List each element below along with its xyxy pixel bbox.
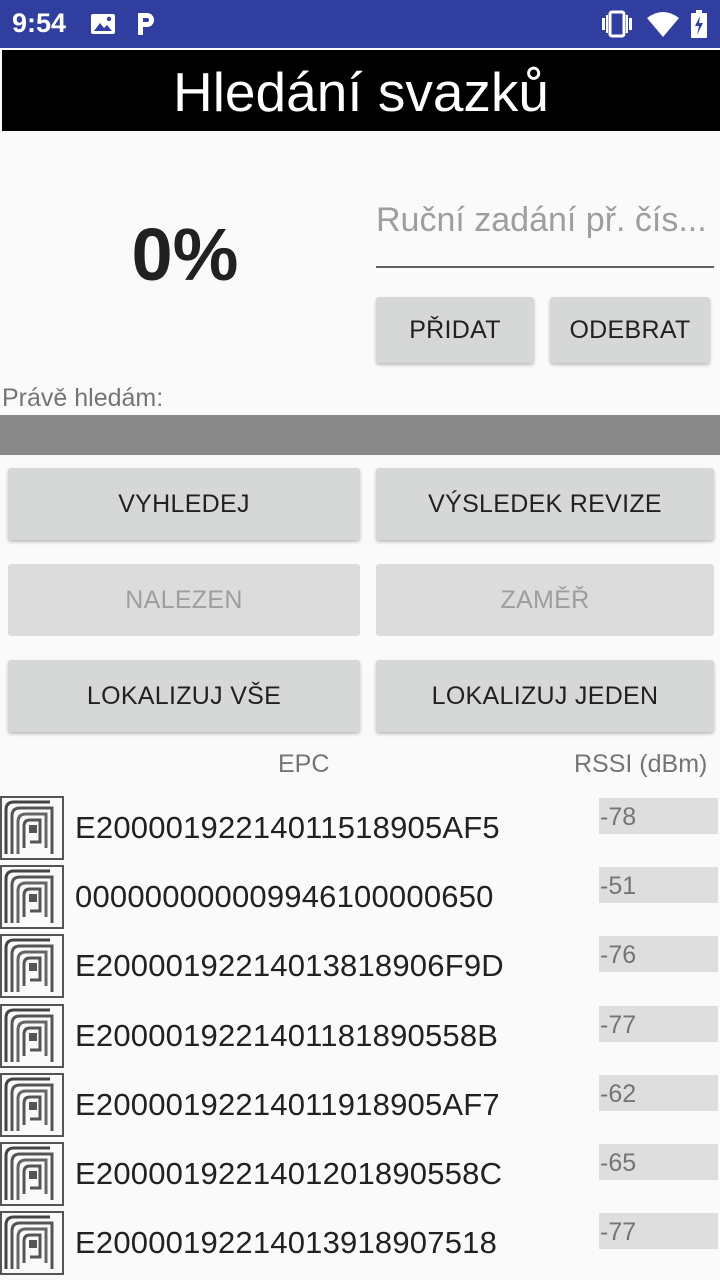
input-underline	[376, 266, 714, 268]
battery-charging-icon	[691, 10, 707, 38]
epc-value: E2000019221401201890558C	[75, 1156, 503, 1191]
current-search-label: Právě hledám:	[2, 384, 164, 412]
remove-button[interactable]: ODEBRAT	[550, 297, 710, 363]
rssi-value: -77	[599, 1213, 718, 1250]
search-button[interactable]: VYHLEDEJ	[8, 468, 360, 540]
table-row[interactable]: E20000192214011918905AF7 -62	[0, 1072, 720, 1139]
image-icon	[91, 14, 115, 34]
epc-value: E20000192214011918905AF7	[75, 1086, 500, 1122]
rssi-value: -76	[599, 936, 718, 973]
column-header-rssi: RSSI (dBm)	[574, 750, 708, 778]
vibrate-icon	[602, 10, 632, 38]
table-row[interactable]: E2000019221401181890558B -77	[0, 1003, 720, 1070]
rssi-value: -51	[599, 867, 718, 904]
rssi-value: -62	[599, 1074, 718, 1111]
rfid-tag-icon	[0, 865, 64, 930]
parking-icon	[138, 13, 154, 35]
column-header-epc: EPC	[278, 750, 330, 778]
epc-value: E2000019221401181890558B	[75, 1017, 499, 1053]
current-search-bar	[0, 415, 720, 455]
rssi-value: -65	[599, 1144, 718, 1180]
manual-entry-input[interactable]	[376, 190, 714, 250]
rssi-value: -77	[599, 1005, 718, 1042]
table-row[interactable]: E20000192214013818906F9D -76	[0, 934, 720, 1000]
wifi-icon	[647, 12, 679, 37]
table-row[interactable]: E20000192214013918907518 -77	[0, 1211, 720, 1277]
intent-button[interactable]: ZAMĚŘ	[376, 564, 714, 636]
add-button[interactable]: PŘIDAT	[376, 297, 534, 363]
status-time: 9:54	[12, 8, 67, 38]
rssi-value: -78	[599, 798, 718, 834]
epc-value: E20000192214013918907518	[75, 1225, 498, 1261]
rfid-tag-icon	[0, 796, 64, 860]
locate-one-button[interactable]: LOKALIZUJ JEDEN	[376, 660, 714, 732]
status-bar: 9:54	[0, 0, 720, 48]
page-title: Hledání svazků	[172, 61, 550, 123]
table-row[interactable]: E20000192214011518905AF5 -78	[0, 796, 720, 862]
locate-all-button[interactable]: LOKALIZUJ VŠE	[8, 660, 360, 732]
revision-result-button[interactable]: VÝSLEDEK REVIZE	[376, 468, 714, 540]
title-bar: Hledání svazků	[2, 50, 720, 131]
rfid-tag-icon	[0, 1003, 64, 1068]
epc-value: E20000192214013818906F9D	[75, 948, 504, 984]
epc-value: E20000192214011518905AF5	[75, 810, 500, 845]
rfid-tag-icon	[0, 1142, 64, 1206]
table-row[interactable]: E2000019221401201890558C -65	[0, 1142, 720, 1208]
progress-percent: 0%	[131, 213, 239, 296]
rfid-tag-icon	[0, 934, 64, 999]
found-button[interactable]: NALEZEN	[8, 564, 360, 636]
table-row[interactable]: 000000000009946100000650 -51	[0, 865, 720, 931]
epc-value: 000000000009946100000650	[75, 879, 494, 915]
rfid-tag-icon	[0, 1211, 64, 1276]
rfid-tag-icon	[0, 1072, 64, 1137]
